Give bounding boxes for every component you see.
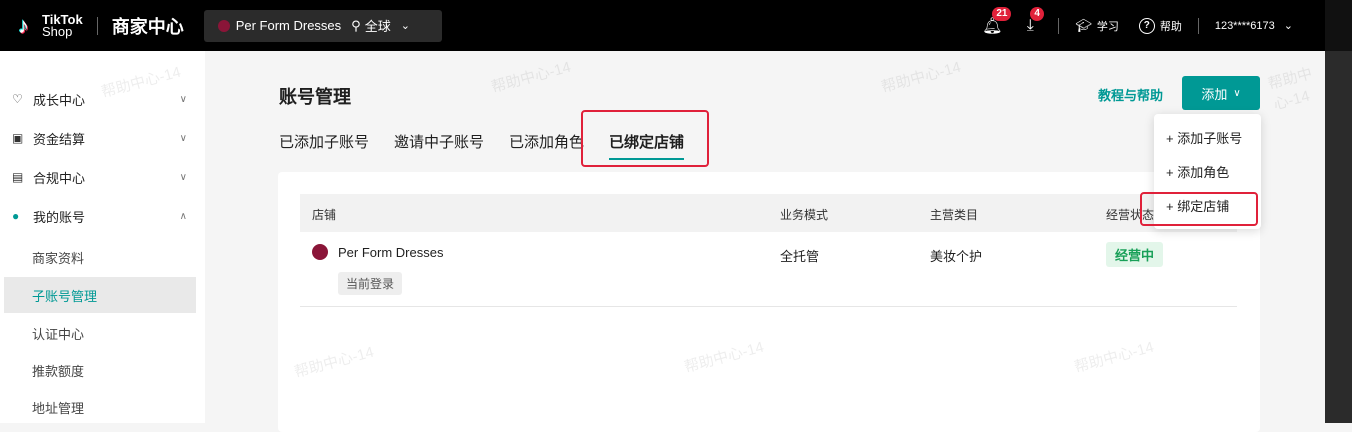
download-badge: 4 (1030, 6, 1044, 21)
sidebar-item-label: 我的账号 (33, 209, 86, 225)
chevron-down-icon: ⌄ (1283, 20, 1293, 32)
shop-selector[interactable]: Per Form Dresses ⚲ 全球 ⌄ (203, 9, 442, 42)
add-button-label: 添加 (1201, 86, 1228, 102)
highlight-annotation (581, 110, 709, 167)
learn-button[interactable]: 🎓︎ 学习 (1075, 18, 1119, 34)
location-pin-icon: ⚲ (351, 17, 361, 33)
sidebar-item-finance[interactable]: ▣ 资金结算 ∨ (0, 119, 205, 157)
chevron-down-icon: ∨ (179, 93, 187, 105)
download-button[interactable]: ⤓ 4 (1018, 6, 1044, 38)
table-row: Per Form Dresses 当前登录 全托管 美妆个护 经营中 (300, 232, 1237, 307)
help-button[interactable]: ? 帮助 (1138, 17, 1182, 34)
sidebar: ♡ 成长中心 ∨ ▣ 资金结算 ∨ ▤ 合规中心 ∨ ● 我的账号 ∧ 商家资料… (0, 51, 205, 423)
column-header-category: 主营类目 (930, 208, 979, 222)
watermark: 帮助中心-14 (879, 58, 963, 97)
shop-avatar (217, 19, 230, 32)
shop-avatar (312, 244, 328, 260)
divider (1058, 17, 1060, 34)
sidebar-item-compliance[interactable]: ▤ 合规中心 ∨ (0, 158, 205, 196)
shop-table-card: 店铺 业务模式 主营类目 经营状态 Per Form Dresses 当前登录 … (278, 172, 1260, 432)
tab-inviting-subaccounts[interactable]: 邀请中子账号 (394, 131, 484, 152)
shop-name: Per Form Dresses (338, 244, 444, 260)
shop-name: Per Form Dresses (235, 18, 342, 33)
help-label: 帮助 (1159, 20, 1182, 33)
trophy-icon: ♡ (12, 92, 23, 106)
column-header-shop: 店铺 (312, 208, 337, 222)
logo-text-shop: Shop (42, 23, 73, 39)
sidebar-subitem-verification[interactable]: 认证中心 (0, 315, 205, 351)
current-login-tag: 当前登录 (338, 272, 403, 295)
sidebar-item-label: 资金结算 (33, 131, 86, 147)
notification-badge: 21 (992, 6, 1012, 21)
seller-center-title: 商家中心 (111, 16, 184, 37)
shop-cell: Per Form Dresses (312, 244, 443, 260)
sidebar-subitem-promotion-quota[interactable]: 推款额度 (0, 352, 205, 388)
sidebar-subitem-subaccount-management[interactable]: 子账号管理 (4, 277, 196, 313)
account-id: 123****6173 (1214, 19, 1275, 32)
question-icon: ? (1138, 17, 1155, 34)
region-label: 全球 (364, 19, 391, 34)
tutorial-help-link[interactable]: 教程与帮助 (1098, 85, 1163, 104)
menu-item-add-subaccount[interactable]: + 添加子账号 (1166, 128, 1242, 147)
top-right-actions: 🔔︎ 21 ⤓ 4 🎓︎ 学习 ? 帮助 123****6173 ⌄ (980, 0, 1315, 51)
watermark: 帮助中心-14 (1266, 65, 1315, 114)
window-edge (1325, 0, 1352, 423)
tab-added-subaccounts[interactable]: 已添加子账号 (279, 131, 369, 152)
chevron-down-icon: ∨ (1233, 87, 1241, 99)
highlight-annotation (1140, 192, 1258, 226)
main-content: 账号管理 教程与帮助 添加 ∨ 已添加子账号 邀请中子账号 已添加角色 已绑定店… (99, 51, 1325, 432)
status-badge: 经营中 (1106, 242, 1164, 267)
sidebar-item-label: 合规中心 (33, 170, 86, 186)
notification-button[interactable]: 🔔︎ 21 (980, 6, 1012, 38)
wallet-icon: ▣ (12, 131, 24, 145)
page-title: 账号管理 (279, 87, 351, 107)
business-mode-value: 全托管 (780, 249, 820, 264)
chevron-down-icon: ∨ (179, 171, 187, 183)
table-header: 店铺 业务模式 主营类目 经营状态 (300, 194, 1237, 232)
chevron-down-icon: ∨ (179, 132, 187, 144)
graduation-cap-icon: 🎓︎ (1075, 17, 1092, 33)
chevron-down-icon: ⌄ (400, 20, 410, 32)
sidebar-item-my-account[interactable]: ● 我的账号 ∧ (0, 197, 205, 235)
user-icon: ● (12, 209, 20, 223)
divider (96, 16, 98, 35)
account-menu[interactable]: 123****6173 ⌄ (1214, 19, 1293, 33)
column-header-business-mode: 业务模式 (780, 208, 829, 222)
sidebar-subitem-merchant-profile[interactable]: 商家资料 (0, 239, 205, 275)
tiktok-shop-logo[interactable]: ♪ TikTok Shop (14, 13, 83, 39)
watermark: 帮助中心-14 (489, 58, 573, 97)
document-check-icon: ▤ (12, 170, 24, 184)
top-navigation-bar: ♪ TikTok Shop 商家中心 Per Form Dresses ⚲ 全球… (0, 0, 1325, 51)
learn-label: 学习 (1096, 20, 1119, 33)
add-button[interactable]: 添加 ∨ (1182, 76, 1260, 110)
sidebar-item-growth[interactable]: ♡ 成长中心 ∨ (0, 80, 205, 118)
menu-item-add-role[interactable]: + 添加角色 (1166, 162, 1229, 181)
sidebar-item-label: 成长中心 (33, 92, 86, 108)
divider (1197, 17, 1199, 34)
tiktok-icon: ♪ (18, 12, 29, 38)
sidebar-subitem-address[interactable]: 地址管理 (0, 389, 205, 425)
tab-added-roles[interactable]: 已添加角色 (509, 131, 584, 152)
category-value: 美妆个护 (930, 249, 983, 264)
chevron-up-icon: ∧ (179, 210, 187, 222)
